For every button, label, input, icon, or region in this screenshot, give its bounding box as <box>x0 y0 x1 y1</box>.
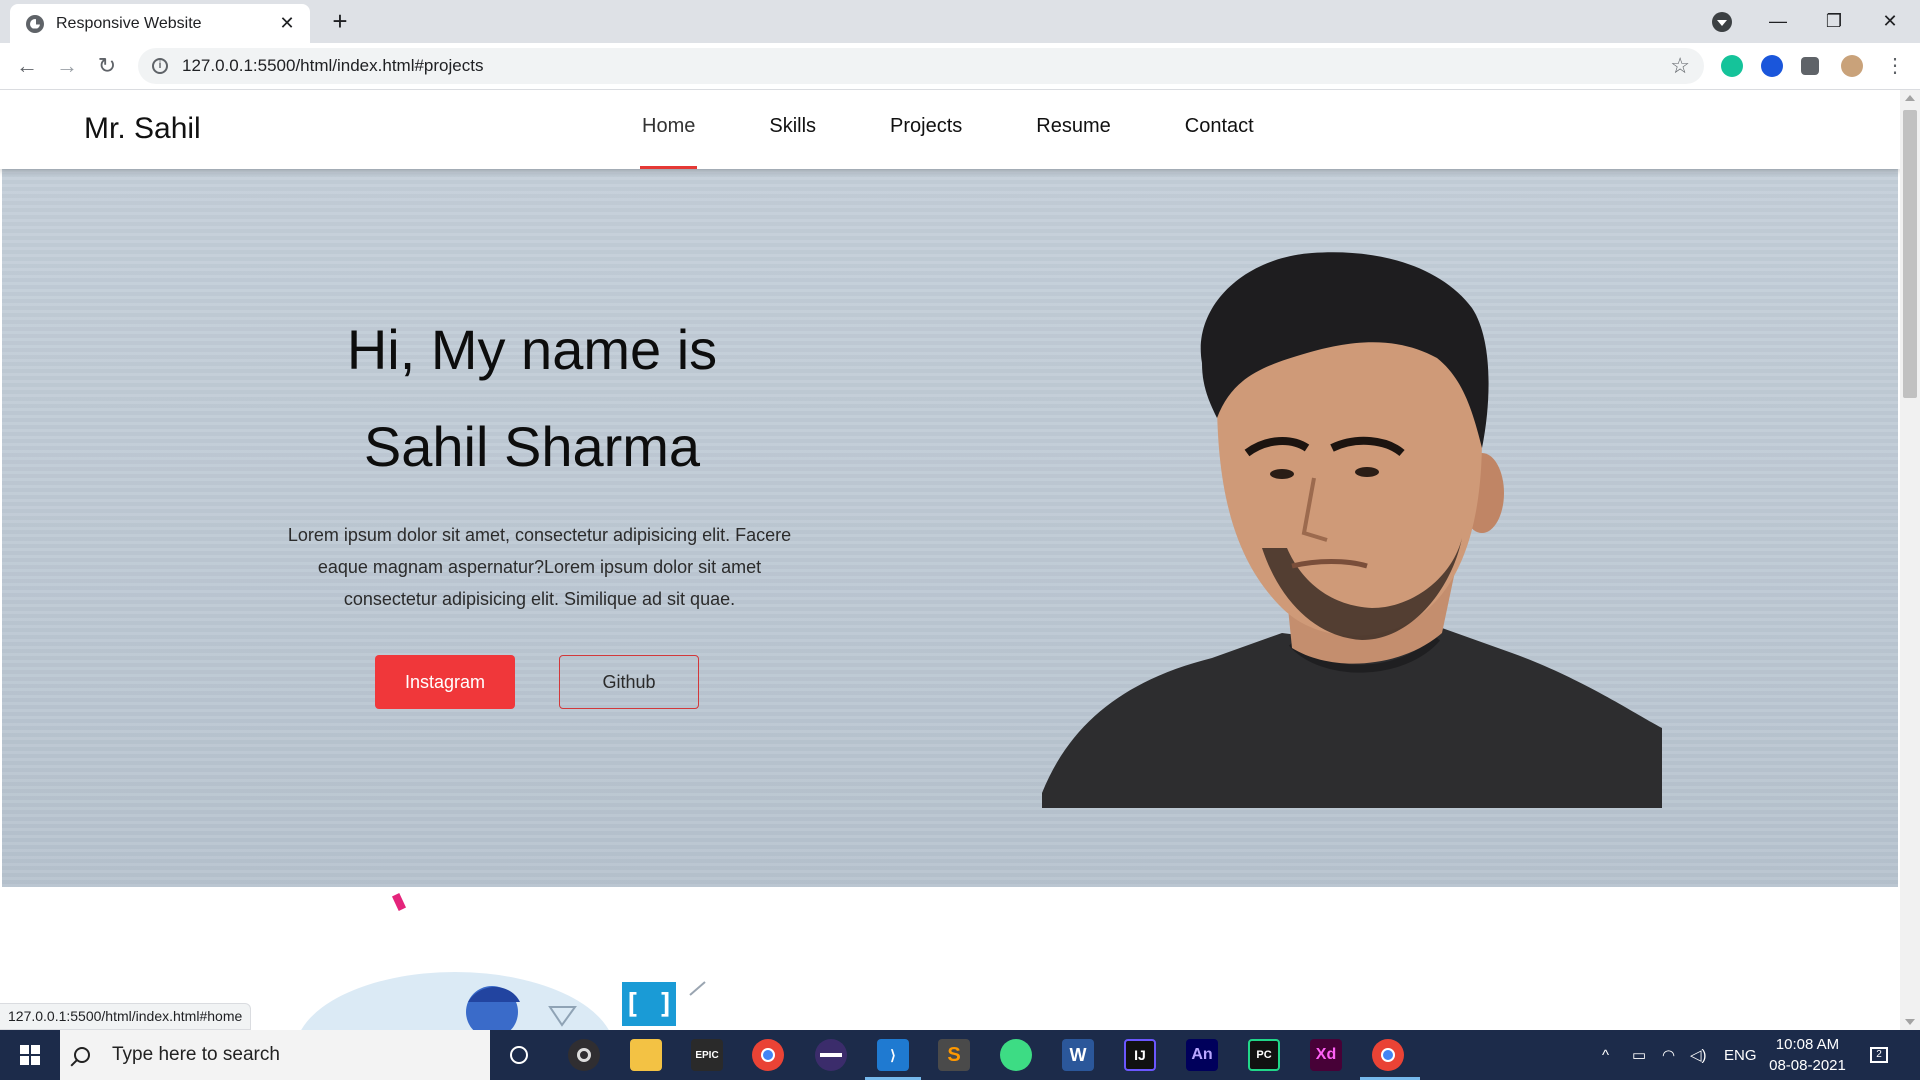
search-icon <box>74 1047 90 1063</box>
hero-bio: Lorem ipsum dolor sit amet, consectetur … <box>287 525 792 609</box>
nav-projects[interactable]: Projects <box>876 90 976 169</box>
pycharm-icon[interactable]: PC <box>1248 1039 1280 1071</box>
scroll-up-icon[interactable] <box>1905 95 1915 101</box>
taskbar-search-placeholder: Type here to search <box>112 1044 280 1065</box>
reload-button[interactable]: ↻ <box>92 51 122 81</box>
nav-resume[interactable]: Resume <box>1022 90 1124 169</box>
eclipse-icon[interactable] <box>815 1039 847 1071</box>
instagram-button[interactable]: Instagram <box>375 655 515 709</box>
hero-greeting: Hi, My name is <box>346 318 718 381</box>
file-explorer-icon[interactable] <box>630 1039 662 1071</box>
webpage-viewport: Mr. Sahil Home Skills Projects Resume Co… <box>0 90 1900 1030</box>
taskbar-clock[interactable]: 10:08 AM 08-08-2021 <box>1760 1034 1855 1076</box>
browser-tab-strip: Responsive Website ✕ + — ❐ ✕ <box>0 0 1920 43</box>
github-button[interactable]: Github <box>559 655 699 709</box>
extension-icon[interactable] <box>1761 55 1783 77</box>
notification-count: 2 <box>1870 1047 1888 1063</box>
hero-name: Sahil Sharma <box>363 415 701 478</box>
sublime-text-icon[interactable]: S <box>938 1039 970 1071</box>
minimize-button[interactable]: — <box>1750 0 1806 43</box>
scroll-down-icon[interactable] <box>1905 1019 1915 1025</box>
windows-taskbar: Type here to search EPIC ⟩ S W IJ An PC … <box>0 1030 1920 1080</box>
intellij-icon[interactable]: IJ <box>1124 1039 1156 1071</box>
grammarly-extension-icon[interactable] <box>1721 55 1743 77</box>
battery-icon[interactable]: ▭ <box>1632 1030 1646 1080</box>
clock-time: 10:08 AM <box>1775 1036 1840 1053</box>
address-url[interactable]: 127.0.0.1:5500/html/index.html#projects <box>182 56 483 76</box>
notification-center-icon[interactable]: 2 <box>1870 1030 1888 1080</box>
xd-icon[interactable]: Xd <box>1310 1039 1342 1071</box>
clock-date: 08-08-2021 <box>1769 1057 1846 1074</box>
site-header: Mr. Sahil Home Skills Projects Resume Co… <box>0 90 1900 169</box>
obs-icon[interactable] <box>568 1039 600 1071</box>
android-studio-icon[interactable] <box>1000 1039 1032 1071</box>
nav-contact[interactable]: Contact <box>1171 90 1268 169</box>
epic-games-icon[interactable]: EPIC <box>691 1039 723 1071</box>
new-tab-button[interactable]: + <box>325 6 355 37</box>
page-scrollbar[interactable] <box>1900 90 1920 1030</box>
site-info-icon[interactable]: i <box>152 58 168 74</box>
cortana-icon[interactable] <box>503 1039 535 1071</box>
volume-icon[interactable]: ◁) <box>1690 1030 1707 1080</box>
link-status-bar: 127.0.0.1:5500/html/index.html#home <box>0 1003 252 1030</box>
restore-button[interactable]: ❐ <box>1806 0 1862 43</box>
animate-icon[interactable]: An <box>1186 1039 1218 1071</box>
svg-text:[ ]: [ ] <box>624 987 675 1020</box>
tab-title: Responsive Website <box>56 14 202 32</box>
start-button[interactable] <box>0 1030 60 1080</box>
hero-section: Hi, My name is Sahil Sharma Lorem ipsum … <box>2 169 1898 887</box>
profile-photo <box>1042 252 1662 808</box>
skills-section-preview: [ ] <box>0 887 1900 1030</box>
tray-chevron-icon[interactable]: ^ <box>1602 1030 1609 1080</box>
globe-icon <box>26 14 44 33</box>
bookmark-star-icon[interactable]: ☆ <box>1670 53 1690 79</box>
forward-button[interactable]: → <box>52 51 82 81</box>
word-icon[interactable]: W <box>1062 1039 1094 1071</box>
browser-toolbar: ← → ↻ i 127.0.0.1:5500/html/index.html#p… <box>0 43 1920 90</box>
chrome-icon[interactable] <box>752 1039 784 1071</box>
profile-avatar[interactable] <box>1841 55 1863 77</box>
vscode-icon[interactable]: ⟩ <box>877 1039 909 1071</box>
taskbar-search-box[interactable]: Type here to search <box>60 1030 490 1080</box>
puzzle-extensions-icon[interactable] <box>1801 57 1819 75</box>
site-logo[interactable]: Mr. Sahil <box>84 112 201 146</box>
wifi-icon[interactable]: ◠ <box>1662 1030 1675 1080</box>
browser-tab[interactable]: Responsive Website ✕ <box>10 4 310 43</box>
tab-search-icon[interactable] <box>1712 12 1732 32</box>
tab-close-button[interactable]: ✕ <box>276 13 298 34</box>
windows-logo-icon <box>20 1045 40 1065</box>
address-bar[interactable]: i 127.0.0.1:5500/html/index.html#project… <box>138 48 1704 84</box>
more-menu-icon[interactable]: ⋮ <box>1880 51 1910 81</box>
back-button[interactable]: ← <box>12 51 42 81</box>
nav-home[interactable]: Home <box>628 90 709 169</box>
nav-skills[interactable]: Skills <box>755 90 830 169</box>
main-nav: Home Skills Projects Resume Contact <box>628 90 1314 169</box>
input-language[interactable]: ENG <box>1724 1030 1757 1080</box>
scrollbar-thumb[interactable] <box>1903 110 1917 398</box>
chrome-active-icon[interactable] <box>1372 1039 1404 1071</box>
close-window-button[interactable]: ✕ <box>1862 0 1918 43</box>
